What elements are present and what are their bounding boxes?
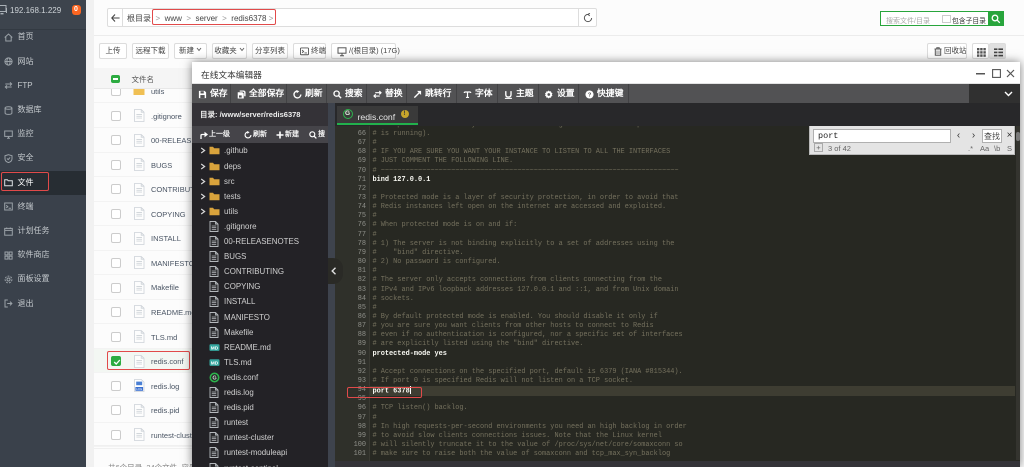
svg-text:LOG: LOG — [136, 387, 142, 391]
svg-text:G: G — [212, 376, 216, 382]
svg-text:MD: MD — [211, 345, 219, 351]
svg-text:?: ? — [588, 92, 592, 98]
svg-text:MD: MD — [211, 360, 219, 366]
